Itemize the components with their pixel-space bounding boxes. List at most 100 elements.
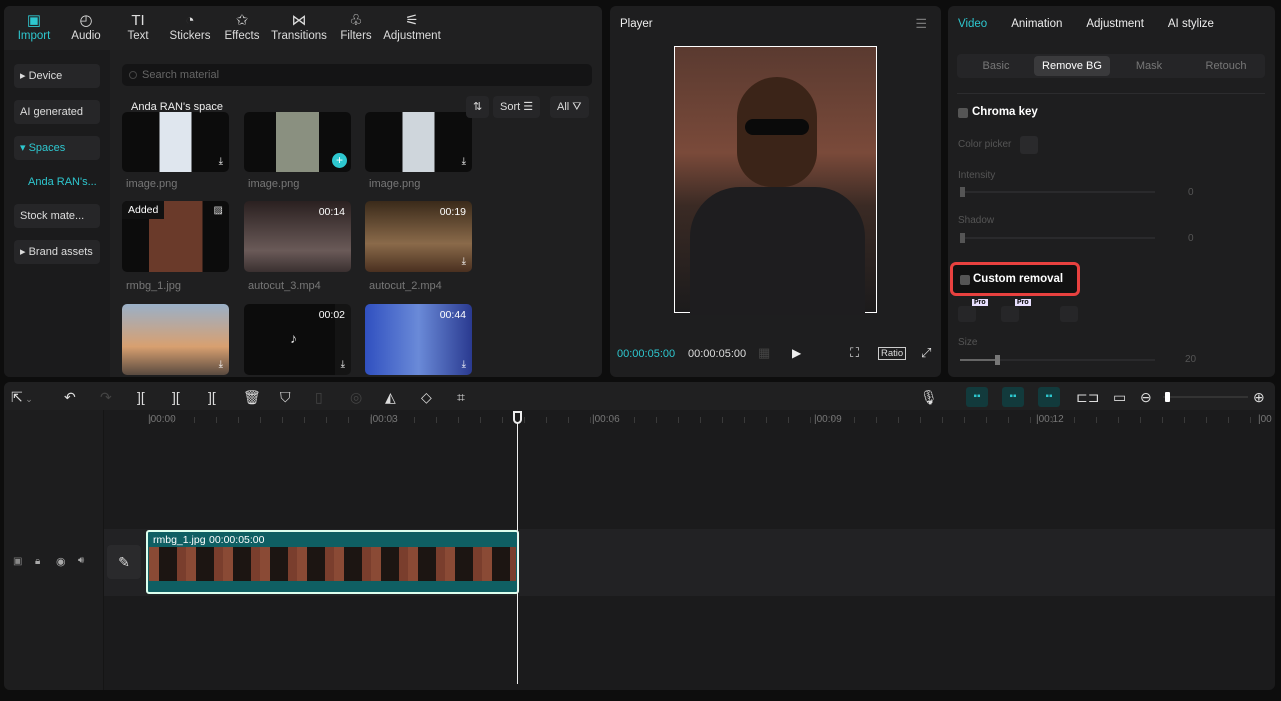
menu-icon[interactable]: ☰	[915, 16, 927, 32]
reset-tool-button[interactable]	[1060, 306, 1078, 322]
subtab[interactable]: Basic	[958, 55, 1034, 77]
media-item[interactable]: Added ▨	[122, 201, 229, 272]
subtab[interactable]: Retouch	[1188, 55, 1264, 77]
mirror-icon[interactable]: ◭	[385, 389, 396, 406]
redo-icon[interactable]: ↷	[100, 389, 112, 406]
edit-cover-button[interactable]: ✎	[107, 545, 141, 579]
zoom-fit-icon[interactable]: ⛶	[850, 345, 859, 361]
sidebar-item[interactable]: Anda RAN's...	[22, 170, 108, 194]
download-icon[interactable]: ⤓	[219, 359, 223, 370]
media-item-name: image.png	[126, 178, 178, 190]
sidebar-item[interactable]: ▾ Spaces	[14, 136, 100, 160]
track-video-icon[interactable]: ▣	[13, 556, 22, 567]
freeze-icon[interactable]: ▯	[315, 389, 323, 406]
search-input[interactable]: Search material	[122, 64, 592, 86]
tab-transitions[interactable]: ⋈ Transitions	[268, 6, 330, 50]
size-label: Size	[958, 337, 978, 348]
intensity-slider[interactable]	[960, 187, 1155, 197]
link-button[interactable]: ▪▪	[1002, 387, 1024, 407]
duration-label: 00:14	[318, 206, 345, 218]
grid-icon[interactable]: ▦	[758, 345, 770, 361]
media-item[interactable]: 00:02 ♪ ⤓	[244, 304, 351, 375]
video-preview[interactable]	[674, 46, 877, 315]
inspector-tab[interactable]: Animation	[1011, 18, 1062, 30]
inspector-tab[interactable]: AI stylize	[1168, 18, 1214, 30]
tab-audio[interactable]: ◴ Audio	[60, 6, 112, 50]
tab-filters[interactable]: ♧ Filters	[330, 6, 382, 50]
track-lock-icon[interactable]: 🔒︎	[35, 556, 40, 567]
download-icon[interactable]: ⤓	[462, 359, 466, 370]
track-header-column	[4, 410, 104, 690]
chroma-key-checkbox[interactable]	[958, 108, 968, 118]
timeline-zoom-slider[interactable]	[1163, 392, 1248, 402]
track-audio-icon[interactable]: 🔊︎	[78, 555, 84, 566]
download-icon[interactable]: ⤓	[462, 256, 466, 267]
sidebar-item[interactable]: ▸ Device	[14, 64, 100, 88]
media-item[interactable]: ⤓	[122, 112, 229, 172]
zoom-out-icon[interactable]: ⊖	[1140, 389, 1152, 406]
auto-snap-button[interactable]: ▪▪	[966, 387, 988, 407]
custom-removal-checkbox[interactable]	[960, 275, 970, 285]
microphone-icon[interactable]: 🎙	[920, 389, 938, 406]
sunglasses	[745, 119, 809, 135]
download-icon[interactable]: ⤓	[341, 359, 345, 370]
ratio-button[interactable]: Ratio	[878, 347, 907, 360]
crop-icon[interactable]: ⌗	[457, 389, 465, 406]
order-button[interactable]: ⇅	[466, 96, 490, 118]
timeline-clip[interactable]: rmbg_1.jpg 00:00:05:00	[146, 530, 519, 594]
zoom-in-icon[interactable]: ⊕	[1253, 389, 1265, 406]
track-visibility-icon[interactable]: ◉	[56, 555, 66, 568]
play-button[interactable]: ▶	[792, 346, 801, 360]
shadow-slider[interactable]	[960, 233, 1155, 243]
brush-tool-button[interactable]	[958, 306, 976, 322]
split-right-icon[interactable]: ][	[208, 389, 216, 405]
inspector-tab[interactable]: Video	[958, 18, 987, 30]
download-icon[interactable]: ⤓	[462, 156, 466, 167]
sidebar-item[interactable]: Stock mate...	[14, 204, 100, 228]
subtab[interactable]: Mask	[1111, 55, 1187, 77]
media-item[interactable]: 00:19 ⤓	[365, 201, 472, 272]
inspector-tab[interactable]: Adjustment	[1086, 18, 1144, 30]
tab-adjustment[interactable]: ⚟ Adjustment	[382, 6, 442, 50]
shadow-label: Shadow	[958, 215, 995, 226]
media-item[interactable]: +	[244, 112, 351, 172]
zoom-fit-timeline-icon[interactable]: ▭	[1113, 389, 1126, 406]
intensity-value[interactable]: 0	[1188, 187, 1194, 198]
custom-removal-highlight[interactable]: Custom removal	[950, 262, 1080, 296]
download-icon[interactable]: ⤓	[219, 156, 223, 167]
split-screen-icon[interactable]: ⊏⊐	[1076, 389, 1099, 406]
tab-text[interactable]: TI Text	[112, 6, 164, 50]
subtab[interactable]: Remove BG	[1034, 56, 1110, 76]
size-value[interactable]: 20	[1185, 354, 1196, 365]
filter-button[interactable]: All ⛛	[550, 96, 589, 118]
size-slider[interactable]	[960, 355, 1155, 365]
playhead[interactable]	[513, 411, 522, 684]
split-icon[interactable]: ][	[137, 389, 145, 405]
media-item[interactable]: 00:44 ⤓	[365, 304, 472, 375]
sort-button[interactable]: Sort ☰	[493, 96, 541, 118]
tab-import[interactable]: ▣ Import	[8, 6, 60, 50]
sidebar-item[interactable]: ▸ Brand assets	[14, 240, 100, 264]
speed-icon[interactable]: ◎	[350, 389, 362, 406]
text-icon: TI	[131, 12, 145, 29]
add-to-timeline-button[interactable]: +	[332, 153, 347, 168]
tab-stickers[interactable]: ◔ Stickers	[164, 6, 216, 50]
marker-icon[interactable]: ⛉	[280, 389, 291, 406]
split-left-icon[interactable]: ][	[172, 389, 180, 405]
delete-icon[interactable]: 🗑	[243, 389, 261, 406]
media-item[interactable]: 00:14	[244, 201, 351, 272]
media-item[interactable]: ⤓	[122, 304, 229, 375]
search-icon	[129, 71, 137, 79]
media-item[interactable]: ⤓	[365, 112, 472, 172]
select-tool-icon[interactable]: ⇱ ⌄	[11, 389, 33, 406]
clip-name: rmbg_1.jpg	[153, 534, 206, 546]
undo-icon[interactable]: ↶	[64, 389, 76, 406]
preview-axis-button[interactable]: ▪▪	[1038, 387, 1060, 407]
tab-effects[interactable]: ✩ Effects	[216, 6, 268, 50]
color-picker-swatch[interactable]	[1020, 136, 1038, 154]
rotate-icon[interactable]: ◇	[421, 389, 432, 406]
eraser-tool-button[interactable]	[1001, 306, 1019, 322]
media-item-name: image.png	[248, 178, 300, 190]
sidebar-item[interactable]: AI generated	[14, 100, 100, 124]
fullscreen-icon[interactable]: ⤢	[921, 345, 931, 361]
